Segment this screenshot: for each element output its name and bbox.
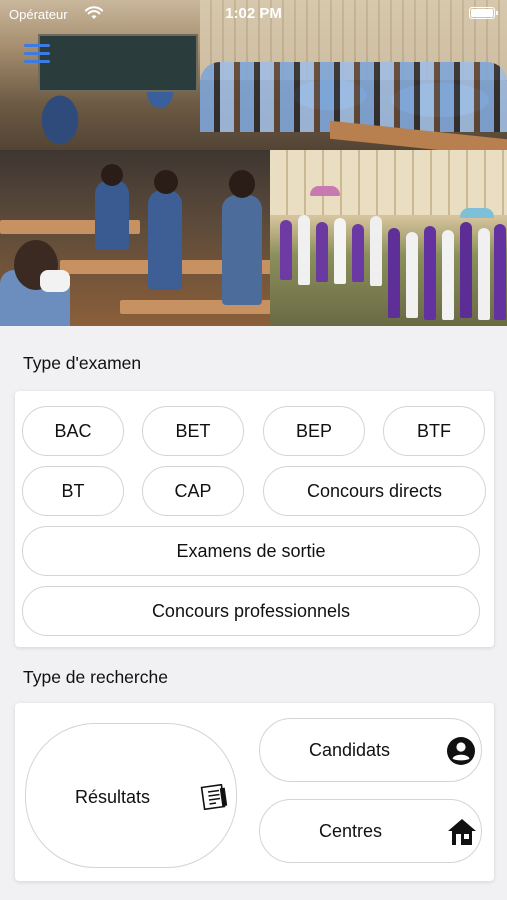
clock: 1:02 PM <box>225 5 282 22</box>
exam-option-bac[interactable]: BAC <box>22 406 124 456</box>
hero-photo-collage <box>0 0 507 326</box>
battery-icon <box>469 7 498 19</box>
exam-type-card: BAC BET BEP BTF BT CAP Concours directs … <box>15 391 494 647</box>
candidates-label: Candidats <box>309 740 391 760</box>
schoolyard-photo <box>270 150 507 326</box>
exam-room-photo <box>0 150 280 326</box>
exam-option-bet[interactable]: BET <box>142 406 244 456</box>
exam-option-concours-professionnels[interactable]: Concours professionnels <box>22 586 480 636</box>
status-bar: Opérateur 1:02 PM <box>0 0 507 28</box>
results-label: Résultats <box>75 787 151 807</box>
document-list-icon <box>200 784 228 810</box>
results-button[interactable]: Résultats <box>25 723 237 868</box>
search-type-card: Résultats Candidats Centres <box>15 703 494 881</box>
exam-option-cap[interactable]: CAP <box>142 466 244 516</box>
exam-option-examens-de-sortie[interactable]: Examens de sortie <box>22 526 480 576</box>
centres-button[interactable]: Centres <box>259 799 482 863</box>
hamburger-menu-icon[interactable] <box>24 44 50 64</box>
exam-type-title: Type d'examen <box>23 353 142 373</box>
centres-label: Centres <box>319 821 383 841</box>
candidates-button[interactable]: Candidats <box>259 718 482 782</box>
exam-option-btf[interactable]: BTF <box>383 406 485 456</box>
user-circle-icon <box>447 737 475 765</box>
house-icon <box>448 819 476 845</box>
exam-option-bt[interactable]: BT <box>22 466 124 516</box>
exam-option-concours-directs[interactable]: Concours directs <box>263 466 486 516</box>
search-type-title: Type de recherche <box>23 667 168 687</box>
exam-option-bep[interactable]: BEP <box>263 406 365 456</box>
